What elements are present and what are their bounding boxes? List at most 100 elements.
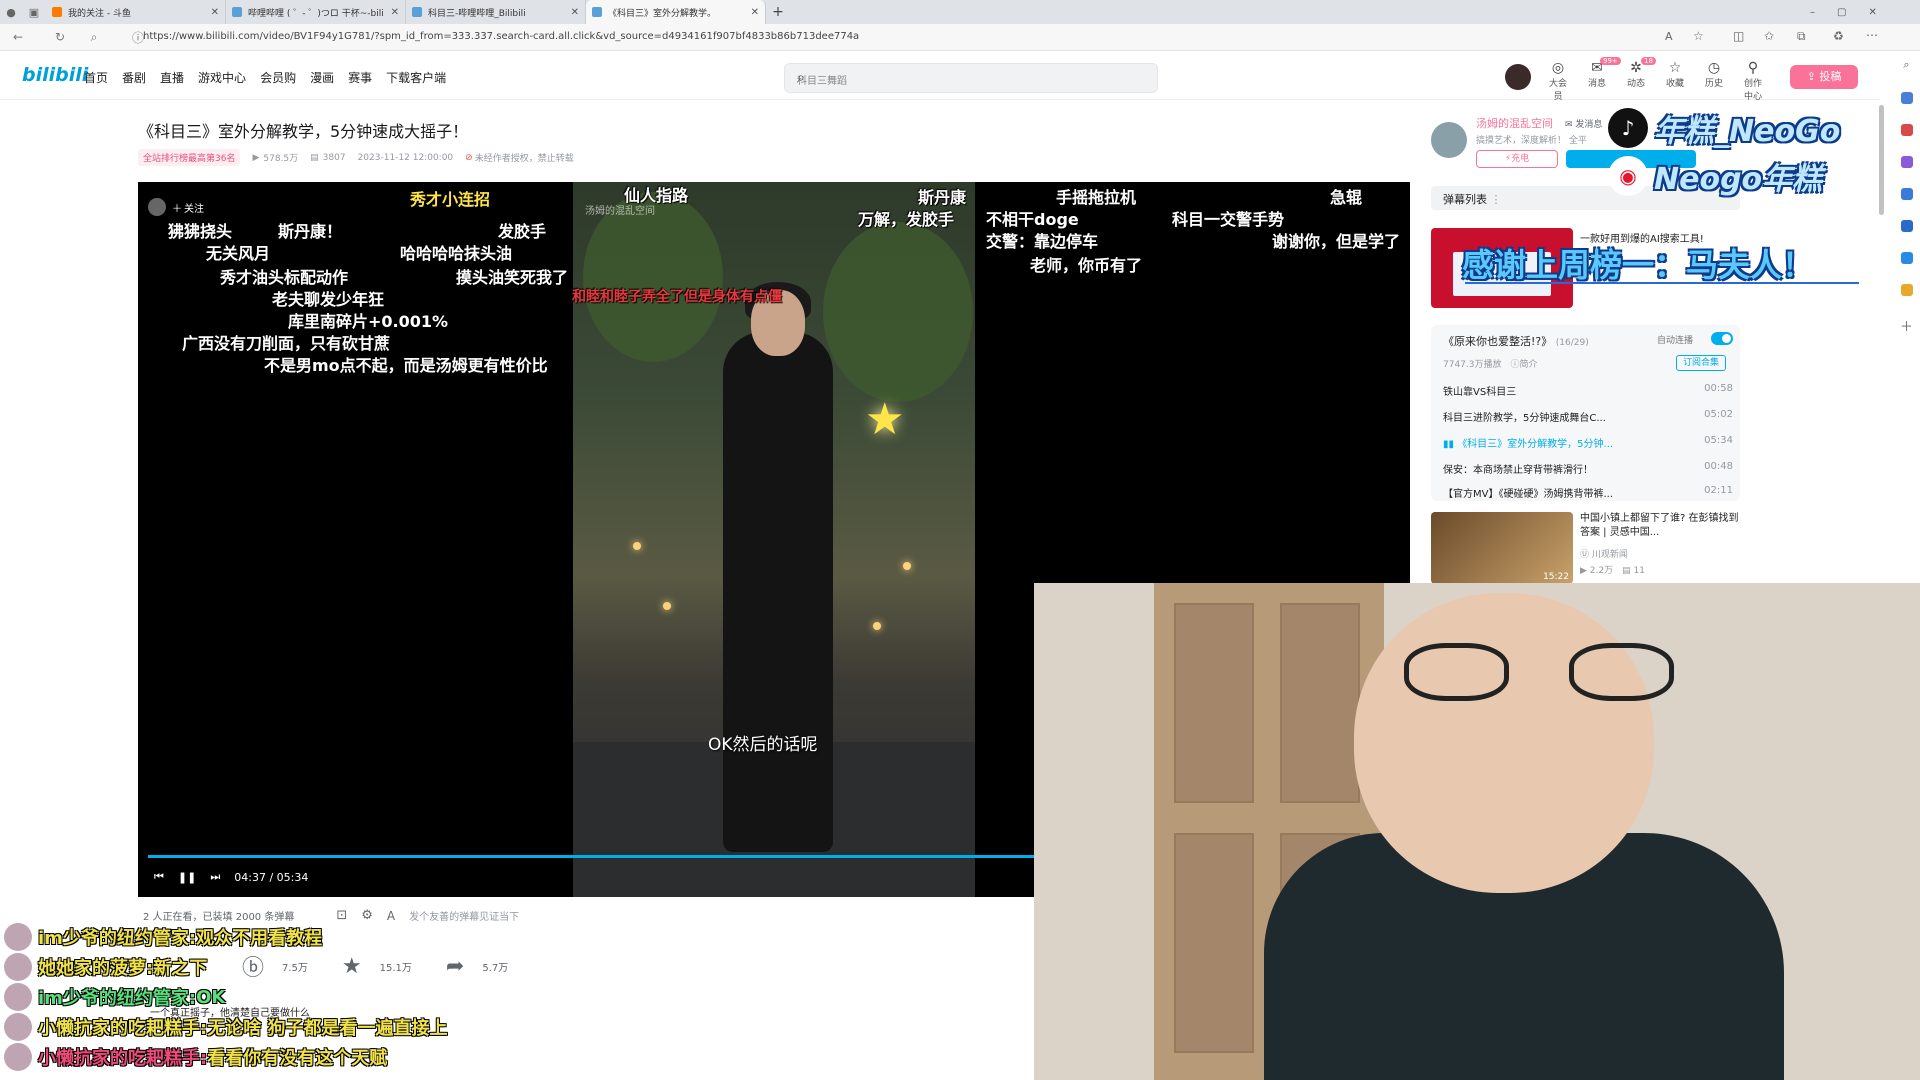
recommend-uploader[interactable]: Ⓤ 川观新闻	[1580, 547, 1628, 560]
url-input[interactable]: https://www.bilibili.com/video/BV1F94y1G…	[143, 31, 859, 42]
playlist-item[interactable]: 【官方MV】《硬碰硬》汤姆携背带裤... 02:11	[1443, 485, 1733, 500]
bilibili-favicon-icon	[592, 7, 602, 17]
recommend-thumbnail[interactable]: 15:22	[1431, 512, 1573, 584]
bilibili-logo[interactable]: bilibili	[22, 64, 88, 86]
address-bar: ← ↻ ⌕ ⓘ https://www.bilibili.com/video/B…	[0, 24, 1920, 51]
star-prop-icon: ★	[865, 394, 905, 445]
nav-download[interactable]: 下载客户端	[386, 69, 446, 86]
tab-actions-icon[interactable]: ▣	[22, 6, 46, 19]
danmu-comment: 万解，发胶手	[858, 210, 955, 229]
webcam-glasses	[1404, 643, 1704, 703]
taskbar-steam-icon[interactable]	[542, 1054, 560, 1072]
sidebar-games-icon[interactable]	[1900, 188, 1913, 200]
nav-live[interactable]: 直播	[160, 69, 184, 86]
sidebar-add-icon[interactable]: ＋	[1900, 316, 1913, 335]
close-icon[interactable]: ✕	[751, 7, 759, 18]
time-display: 04:37 / 05:34	[234, 870, 309, 884]
danmu-input[interactable]: 发个友善的弹幕见证当下	[409, 908, 519, 923]
user-avatar[interactable]	[1505, 64, 1531, 90]
danmu-style-icon[interactable]: A	[387, 909, 395, 923]
danmu-comment: 仙人指路	[624, 186, 689, 205]
search-icon[interactable]: ⌕	[797, 70, 1147, 86]
danmu-list-menu-icon[interactable]: ⋮	[1491, 193, 1502, 206]
collections-icon[interactable]: ⧉	[1797, 29, 1806, 44]
sidebar-drop-icon[interactable]	[1900, 284, 1913, 296]
header-item-creator[interactable]: ⚲ 创作中心	[1742, 60, 1764, 102]
search-box[interactable]: 科目三舞蹈 ⌕	[784, 63, 1158, 93]
nav-match[interactable]: 赛事	[348, 69, 372, 86]
browser-tab-1[interactable]: 我的关注 - 斗鱼 ✕	[46, 0, 226, 24]
danmu-comment: 发胶手	[498, 222, 547, 241]
danmu-status: 2 人正在看，已装填 2000 条弹幕	[143, 912, 295, 923]
bookmark-star-icon[interactable]: ☆	[1693, 29, 1704, 43]
chat-avatar	[4, 1043, 32, 1071]
close-icon[interactable]: ✕	[391, 7, 399, 18]
playlist-item-current[interactable]: ▮▮ 《科目三》室外分解教学，5分钟... 05:34	[1443, 435, 1733, 450]
back-icon[interactable]: ←	[8, 30, 28, 44]
header-item-history[interactable]: ◷ 历史	[1703, 60, 1725, 102]
playlist-stats: 7747.3万播放 ⓘ简介	[1443, 360, 1538, 370]
playlist-item[interactable]: 保安：本商场禁止穿背带裤滑行！ 00:48	[1443, 461, 1733, 476]
danmu-settings-icon[interactable]: ⚙	[361, 908, 373, 923]
new-tab-button[interactable]: +	[766, 4, 790, 20]
page-scrollbar[interactable]	[1879, 105, 1884, 215]
danmu-toggle-icon[interactable]: ⊡	[336, 908, 347, 923]
danmu-send-bar: 2 人正在看，已装填 2000 条弹幕 ⊡ ⚙ A 发个友善的弹幕见证当下	[143, 908, 519, 923]
uploader-name[interactable]: 汤姆的混乱空间 ✉ 发消息	[1476, 115, 1602, 131]
window-controls[interactable]: –▢✕	[1810, 7, 1920, 18]
header-item-dynamic[interactable]: ✲ 动态	[1625, 60, 1647, 102]
browser-tab-3[interactable]: 科目三-哔哩哔哩_Bilibili ✕	[406, 0, 586, 24]
refresh-icon[interactable]: ↻	[50, 30, 70, 44]
more-menu-icon[interactable]: ⋯	[1866, 28, 1878, 42]
reader-icon[interactable]: A	[1665, 30, 1673, 43]
close-icon[interactable]: ✕	[571, 7, 579, 18]
sidebar-tools-icon[interactable]	[1900, 156, 1913, 168]
uploader-follow-chip[interactable]: ＋关注	[148, 198, 204, 216]
sidebar-outlook-icon[interactable]	[1900, 220, 1913, 232]
playlist-item[interactable]: 铁山靠VS科目三 00:58	[1443, 383, 1733, 398]
danmu-comment: 和睦和睦子弄全了但是身体有点僵	[572, 289, 782, 305]
sidebar-shopping-icon[interactable]	[1900, 124, 1913, 136]
view-count: 578.5万	[263, 154, 299, 164]
playing-icon: ▮▮	[1443, 439, 1458, 450]
pause-icon[interactable]: ❚❚	[178, 871, 196, 884]
nav-game[interactable]: 游戏中心	[198, 69, 246, 86]
nav-anime[interactable]: 番剧	[122, 69, 146, 86]
playlist-title[interactable]: 《原来你也爱整活!?》 (16/29)	[1443, 333, 1589, 349]
douyu-favicon-icon	[52, 7, 62, 17]
danmu-comment: 科目一交警手势	[1172, 210, 1285, 229]
recommend-title[interactable]: 中国小镇上都留下了谁? 在彭镇找到答案 | 灵感中国...	[1580, 512, 1740, 540]
uploader-avatar[interactable]	[1431, 122, 1467, 158]
next-icon[interactable]: ⏭	[210, 870, 220, 884]
playlist-panel: 《原来你也爱整活!?》 (16/29) 自动连播 7747.3万播放 ⓘ简介 订…	[1431, 325, 1740, 501]
previous-icon[interactable]: ⏮	[154, 870, 164, 884]
header-item-member[interactable]: ◎ 大会员	[1547, 60, 1569, 102]
nav-home[interactable]: 首页	[84, 69, 108, 86]
close-icon[interactable]: ✕	[211, 7, 219, 18]
browser-tab-2[interactable]: 哔哩哔哩 ( ゜- ゜)つロ 干杯~-bili ✕	[226, 0, 406, 24]
nav-manga[interactable]: 漫画	[310, 69, 334, 86]
split-icon[interactable]: ◫	[1733, 29, 1744, 43]
rank-badge[interactable]: 全站排行榜最高第36名	[138, 149, 241, 166]
browser-tab-4[interactable]: 《科目三》室外分解教学。 ✕	[586, 0, 766, 24]
views-icon: ▶	[252, 152, 260, 163]
upload-button[interactable]: ⇪ 投稿	[1790, 65, 1858, 89]
send-message-link[interactable]: ✉ 发消息	[1565, 120, 1602, 130]
publish-date: 2023-11-12 12:00:00	[357, 152, 454, 163]
charge-button[interactable]: ⚡充电	[1476, 150, 1558, 168]
sidebar-send-icon[interactable]	[1900, 252, 1913, 264]
sidebar-tag-icon[interactable]	[1900, 92, 1913, 104]
sidebar-search-icon[interactable]: ⌕	[1903, 58, 1909, 72]
subscribe-collection-button[interactable]: 订阅合集	[1676, 355, 1726, 371]
header-item-favorite[interactable]: ☆ 收藏	[1664, 60, 1686, 102]
nav-shop[interactable]: 会员购	[260, 69, 296, 86]
browser-tab-bar: ● ▣ 我的关注 - 斗鱼 ✕ 哔哩哔哩 ( ゜- ゜)つロ 干杯~-bili ✕ …	[0, 0, 1920, 24]
extensions-icon[interactable]: ♻	[1833, 29, 1844, 43]
favorites-icon[interactable]: ✩	[1764, 29, 1774, 43]
chat-message: 她她家的菠萝: 新之下	[4, 952, 524, 982]
search-icon[interactable]: ⌕	[84, 30, 104, 45]
playlist-item[interactable]: 科目三进阶教学，5分钟速成舞台C... 05:02	[1443, 409, 1733, 424]
header-item-message[interactable]: ✉ 消息	[1586, 60, 1608, 102]
profile-icon[interactable]: ●	[0, 6, 22, 19]
autoplay-toggle[interactable]	[1711, 332, 1733, 345]
